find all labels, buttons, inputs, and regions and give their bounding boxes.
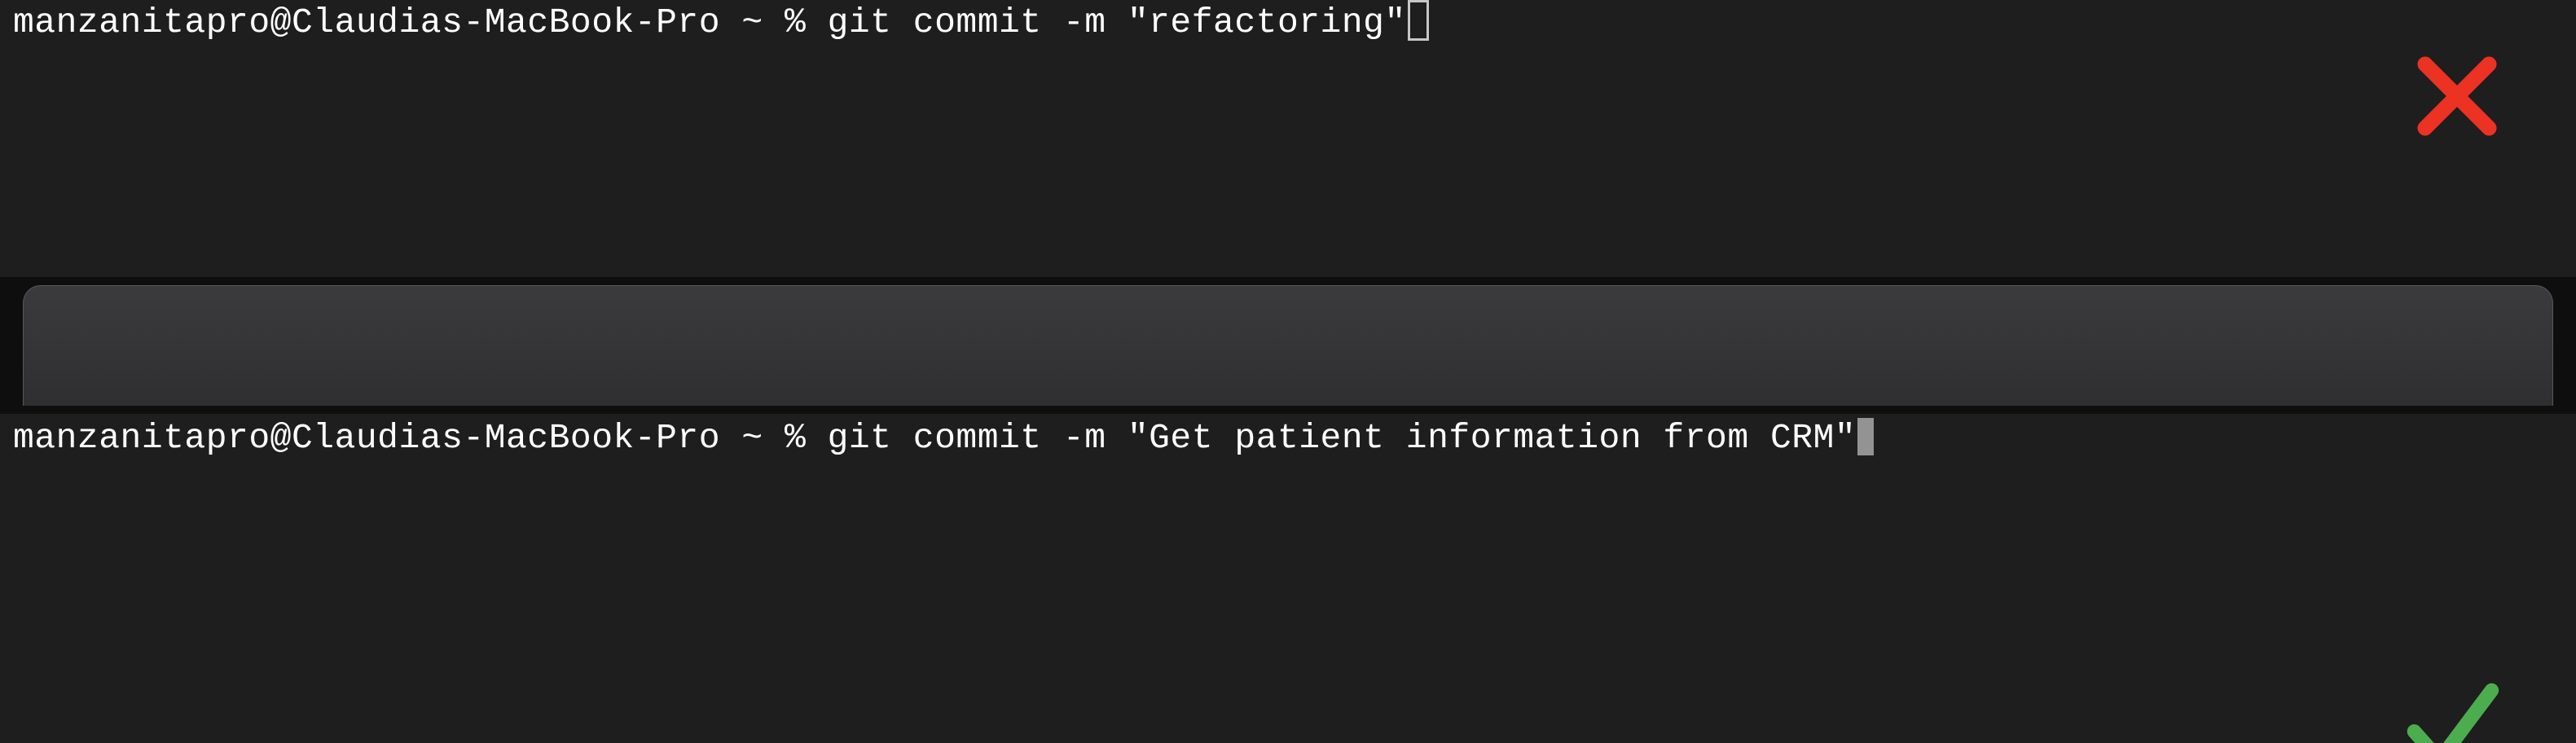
command-text: git commit -m "refactoring" [828, 2, 1406, 44]
window-titlebar [23, 285, 2553, 406]
terminal-pane-top[interactable]: manzanitapro@Claudias-MacBook-Pro ~ % gi… [0, 0, 2576, 277]
cursor-icon [1408, 0, 1429, 41]
cursor-icon [1857, 418, 1874, 455]
shell-prompt: manzanitapro@Claudias-MacBook-Pro ~ % [13, 417, 828, 459]
check-icon [2400, 675, 2503, 743]
shell-prompt: manzanitapro@Claudias-MacBook-Pro ~ % [13, 2, 828, 44]
terminal-line-top[interactable]: manzanitapro@Claudias-MacBook-Pro ~ % gi… [13, 2, 1429, 44]
comparison-container: manzanitapro@Claudias-MacBook-Pro ~ % gi… [0, 0, 2576, 743]
cross-icon [2411, 51, 2503, 146]
terminal-line-bottom[interactable]: manzanitapro@Claudias-MacBook-Pro ~ % gi… [13, 417, 1874, 459]
terminal-pane-bottom[interactable]: manzanitapro@Claudias-MacBook-Pro ~ % gi… [0, 414, 2576, 743]
command-text: git commit -m "Get patient information f… [828, 417, 1857, 459]
